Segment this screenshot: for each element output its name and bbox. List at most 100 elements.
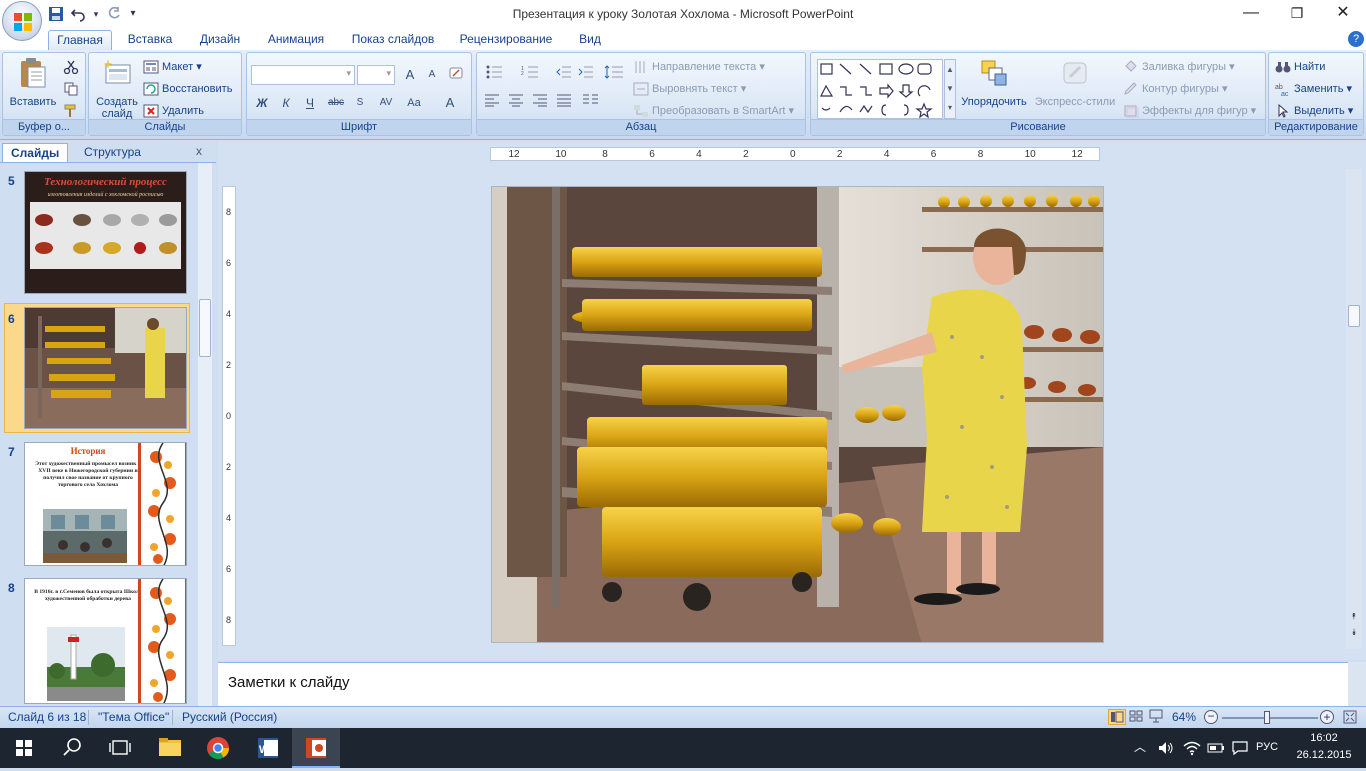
font-color-button[interactable]: A — [435, 93, 465, 113]
wifi-icon[interactable] — [1182, 738, 1202, 758]
shapes-gallery[interactable] — [817, 59, 943, 119]
prev-slide-button[interactable]: ⯭ — [1347, 611, 1361, 625]
input-language[interactable]: РУС — [1256, 741, 1278, 753]
zoom-out-button[interactable]: − — [1204, 710, 1218, 724]
smartart-button[interactable]: Преобразовать в SmartArt ▾ — [633, 101, 794, 121]
close-button[interactable]: ✕ — [1320, 0, 1366, 28]
align-right-icon[interactable] — [529, 93, 551, 113]
arrange-button[interactable]: Упорядочить — [959, 57, 1029, 108]
help-icon[interactable]: ? — [1348, 31, 1364, 47]
layout-button[interactable]: Макет ▾ — [143, 57, 202, 77]
tab-insert[interactable]: Вставка — [120, 30, 180, 50]
tab-view[interactable]: Вид — [572, 30, 608, 50]
tab-design[interactable]: Дизайн — [192, 30, 248, 50]
tab-animation[interactable]: Анимация — [260, 30, 332, 50]
search-button[interactable] — [48, 728, 96, 768]
volume-icon[interactable] — [1156, 738, 1176, 758]
office-button[interactable] — [2, 1, 42, 41]
customize-qat-button[interactable]: ▾ — [128, 6, 138, 22]
fit-to-window-icon[interactable] — [1342, 709, 1360, 725]
save-icon[interactable] — [48, 6, 64, 22]
tab-review[interactable]: Рецензирование — [454, 30, 558, 50]
minimize-button[interactable]: — — [1228, 0, 1274, 28]
bold-button[interactable]: Ж — [251, 93, 273, 113]
file-explorer-button[interactable] — [146, 728, 194, 768]
tab-outline[interactable]: Структура — [76, 143, 149, 162]
font-name-combo[interactable]: ▾ — [251, 65, 355, 85]
delete-slide-button[interactable]: Удалить — [143, 101, 204, 121]
new-slide-button[interactable]: Создать слайд — [93, 57, 141, 120]
find-button[interactable]: Найти — [1275, 57, 1325, 77]
language-indicator[interactable]: Русский (Россия) — [182, 710, 277, 724]
notes-pane[interactable]: Заметки к слайду — [218, 662, 1348, 706]
change-case-button[interactable]: Aa — [401, 93, 427, 113]
reset-button[interactable]: Восстановить — [143, 79, 232, 99]
slide-thumbnail-6[interactable] — [24, 307, 187, 429]
line-spacing-icon[interactable] — [599, 65, 629, 85]
shadow-icon[interactable]: S — [349, 93, 371, 113]
numbering-icon[interactable]: 12 — [517, 65, 551, 85]
justify-icon[interactable] — [553, 93, 575, 113]
battery-icon[interactable] — [1206, 738, 1226, 758]
powerpoint-button[interactable] — [292, 728, 340, 768]
next-slide-button[interactable]: ⯯ — [1347, 627, 1361, 641]
slide-thumbnail-5[interactable]: Технологический процесс изготовления изд… — [24, 171, 187, 294]
char-spacing-button[interactable]: AV — [373, 93, 399, 113]
shape-outline-button[interactable]: Контур фигуры ▾ — [1123, 79, 1228, 99]
close-pane-button[interactable]: x — [196, 144, 202, 158]
slide-thumbnail-7[interactable]: История Этот художественный промысел воз… — [24, 442, 187, 566]
undo-dropdown[interactable]: ▾ — [92, 6, 100, 22]
chrome-button[interactable] — [194, 728, 242, 768]
slides-pane-scrollbar[interactable] — [198, 163, 212, 706]
select-button[interactable]: Выделить ▾ — [1275, 101, 1353, 121]
editor-scrollbar[interactable]: ⯭ ⯯ — [1346, 169, 1362, 649]
copy-button[interactable] — [63, 79, 82, 99]
shapes-scroll[interactable]: ▲ ▼ ▾ — [944, 59, 956, 119]
clock-time[interactable]: 16:02 — [1292, 732, 1356, 744]
shrink-font-button[interactable]: A — [421, 65, 443, 85]
underline-button[interactable]: Ч — [299, 93, 321, 113]
slide-thumbnail-8[interactable]: В 1916г. в г.Семенов была открыта Школа … — [24, 578, 187, 704]
tray-chevron-icon[interactable]: ︿ — [1134, 738, 1148, 758]
text-direction-button[interactable]: Направление текста ▾ — [633, 57, 765, 77]
align-text-button[interactable]: Выровнять текст ▾ — [633, 79, 746, 99]
undo-icon[interactable] — [70, 6, 86, 22]
font-size-combo[interactable]: ▾ — [357, 65, 395, 85]
format-painter-button[interactable] — [63, 101, 82, 121]
cut-button[interactable] — [63, 57, 82, 77]
italic-button[interactable]: К — [275, 93, 297, 113]
clear-format-icon[interactable] — [445, 65, 467, 85]
strikethrough-button[interactable]: abc — [325, 93, 347, 113]
notifications-icon[interactable] — [1230, 738, 1250, 758]
zoom-level[interactable]: 64% — [1172, 710, 1196, 724]
clock-date[interactable]: 26.12.2015 — [1292, 749, 1356, 761]
increase-indent-icon[interactable] — [575, 65, 597, 85]
columns-icon[interactable] — [577, 93, 609, 113]
start-button[interactable] — [0, 728, 48, 768]
theme-name[interactable]: "Тема Office" — [98, 710, 169, 724]
replace-button[interactable]: ab ac Заменить ▾ — [1275, 79, 1352, 99]
slide-canvas[interactable] — [491, 186, 1104, 643]
tab-home[interactable]: Главная — [48, 30, 112, 50]
word-button[interactable]: W — [244, 728, 292, 768]
decrease-indent-icon[interactable] — [553, 65, 575, 85]
align-left-icon[interactable] — [481, 93, 503, 113]
editor-scroll-thumb[interactable] — [1348, 305, 1360, 327]
notes-scrollbar[interactable] — [1348, 662, 1366, 706]
shape-effects-button[interactable]: Эффекты для фигур ▾ — [1123, 101, 1256, 121]
scrollbar-thumb[interactable] — [199, 299, 211, 357]
quick-styles-button[interactable]: Экспресс-стили — [1033, 57, 1117, 108]
task-view-button[interactable] — [96, 728, 144, 768]
normal-view-icon[interactable] — [1108, 709, 1126, 725]
slideshow-icon[interactable] — [1148, 709, 1166, 725]
tab-slideshow[interactable]: Показ слайдов — [346, 30, 440, 50]
slide-sorter-icon[interactable] — [1128, 709, 1146, 725]
shape-fill-button[interactable]: Заливка фигуры ▾ — [1123, 57, 1235, 77]
redo-icon[interactable] — [106, 6, 122, 22]
grow-font-button[interactable]: A — [399, 65, 421, 85]
align-center-icon[interactable] — [505, 93, 527, 113]
restore-button[interactable]: ❐ — [1274, 0, 1320, 28]
zoom-slider-knob[interactable] — [1264, 711, 1271, 724]
tab-slides[interactable]: Слайды — [2, 143, 69, 162]
zoom-slider[interactable] — [1222, 711, 1318, 724]
